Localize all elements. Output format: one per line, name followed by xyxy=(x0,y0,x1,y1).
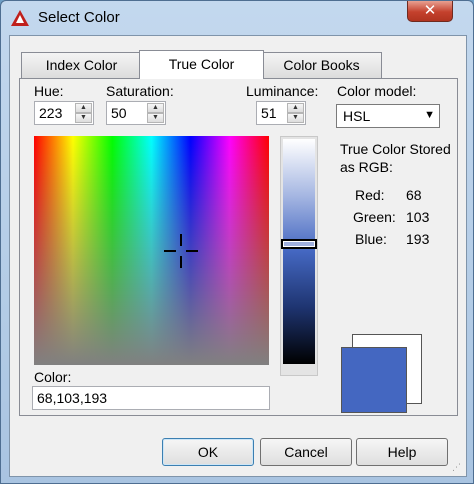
autocad-logo-icon xyxy=(11,10,29,26)
cancel-button[interactable]: Cancel xyxy=(260,438,352,466)
cancel-button-label: Cancel xyxy=(284,444,328,460)
ok-button[interactable]: OK xyxy=(162,438,254,466)
rgb-info-heading: True Color Stored xyxy=(340,141,451,157)
chevron-down-icon[interactable]: ▼ xyxy=(424,109,435,121)
up-arrow-icon[interactable]: ▲ xyxy=(147,103,164,113)
down-arrow-icon[interactable]: ▼ xyxy=(287,113,304,123)
close-button[interactable]: ✕ xyxy=(407,1,453,22)
color-model-label: Color model: xyxy=(337,83,417,99)
current-color-swatch xyxy=(341,347,407,413)
hue-spinner[interactable]: 223 ▲ ▼ xyxy=(34,101,94,125)
ok-button-label: OK xyxy=(197,444,219,460)
hue-value[interactable]: 223 xyxy=(39,105,62,121)
close-icon: ✕ xyxy=(423,2,437,19)
down-arrow-icon[interactable]: ▼ xyxy=(147,113,164,123)
green-value: 103 xyxy=(406,209,430,225)
tab-label: Color Books xyxy=(283,57,360,73)
dialog-body: Index Color True Color Color Books Hue: … xyxy=(9,35,467,477)
tab-index-color[interactable]: Index Color xyxy=(21,52,142,78)
saturation-spinner[interactable]: 50 ▲ ▼ xyxy=(106,101,166,125)
luminance-value[interactable]: 51 xyxy=(261,105,277,121)
rgb-info-subheading: as RGB: xyxy=(340,159,393,175)
luminance-gradient xyxy=(283,139,315,364)
tab-true-color[interactable]: True Color xyxy=(139,50,264,79)
select-color-dialog: Select Color ✕ Index Color True Color Co… xyxy=(0,0,474,484)
luminance-spinner[interactable]: 51 ▲ ▼ xyxy=(256,101,306,125)
tab-label: Index Color xyxy=(45,57,118,73)
saturation-label: Saturation: xyxy=(106,83,174,99)
help-button-label: Help xyxy=(387,444,417,460)
hue-label: Hue: xyxy=(34,83,64,99)
color-model-value: HSL xyxy=(343,108,371,124)
crosshair-icon[interactable] xyxy=(164,234,198,268)
red-value: 68 xyxy=(406,187,422,203)
luminance-slider-thumb[interactable] xyxy=(281,239,317,249)
up-arrow-icon[interactable]: ▲ xyxy=(287,103,304,113)
resize-grip-icon[interactable]: ⋰ xyxy=(452,462,464,474)
title-bar[interactable]: Select Color ✕ xyxy=(1,1,473,35)
color-input[interactable]: 68,103,193 xyxy=(32,386,270,410)
blue-value: 193 xyxy=(406,231,430,247)
down-arrow-icon[interactable]: ▼ xyxy=(75,113,92,123)
luminance-label: Luminance: xyxy=(246,83,319,99)
color-model-select[interactable]: HSL ▼ xyxy=(336,104,440,128)
blue-label: Blue: xyxy=(355,231,387,247)
help-button[interactable]: Help xyxy=(356,438,448,466)
tab-color-books[interactable]: Color Books xyxy=(261,52,382,78)
color-input-value[interactable]: 68,103,193 xyxy=(37,390,107,406)
red-label: Red: xyxy=(355,187,385,203)
up-arrow-icon[interactable]: ▲ xyxy=(75,103,92,113)
tab-label: True Color xyxy=(168,56,235,72)
window-title: Select Color xyxy=(38,9,120,26)
luminance-slider[interactable] xyxy=(280,136,318,376)
color-label: Color: xyxy=(34,369,72,385)
green-label: Green: xyxy=(353,209,396,225)
hue-saturation-spectrum[interactable] xyxy=(34,136,269,365)
saturation-value[interactable]: 50 xyxy=(111,105,127,121)
